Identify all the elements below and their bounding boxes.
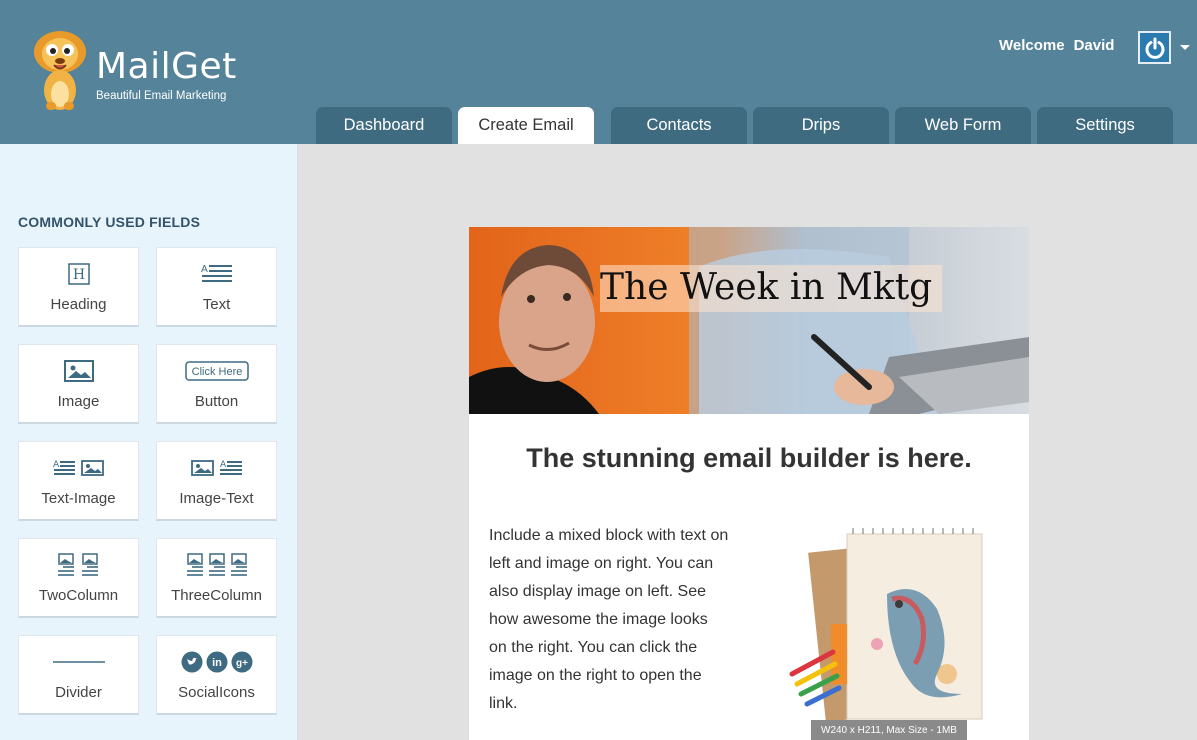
logout-button[interactable] (1138, 31, 1171, 64)
tab-web-form[interactable]: Web Form (895, 107, 1031, 144)
text-image-icon: A (53, 460, 104, 476)
divider-icon (52, 661, 105, 663)
sketchbook-image[interactable] (787, 524, 987, 740)
user-menu-chevron-down-icon[interactable] (1180, 45, 1190, 50)
field-label: TwoColumn (38, 587, 119, 604)
image-icon (63, 360, 94, 382)
two-column-icon (57, 553, 98, 576)
app-header: MailGet Beautiful Email Marketing Welcom… (0, 0, 1197, 144)
mailget-logo[interactable]: MailGet Beautiful Email Marketing (30, 30, 260, 115)
field-three-column[interactable]: ThreeColumn (156, 538, 277, 618)
field-label: Image-Text (179, 490, 254, 507)
lion-mascot-icon (34, 31, 86, 110)
field-label: SocialIcons (178, 684, 255, 701)
svg-text:H: H (72, 267, 84, 283)
power-icon (1145, 37, 1164, 59)
email-preview[interactable]: The Week in Mktg The stunning email buil… (469, 227, 1029, 740)
tab-drips[interactable]: Drips (753, 107, 889, 144)
email-headline[interactable]: The stunning email builder is here. (469, 443, 1029, 474)
field-heading[interactable]: H Heading (18, 247, 139, 327)
field-divider[interactable]: Divider (18, 635, 139, 715)
field-label: Heading (50, 296, 107, 313)
button-icon: Click Here (184, 361, 249, 381)
field-label: Image (57, 393, 100, 410)
svg-text:A: A (53, 460, 60, 470)
heading-icon: H (67, 263, 90, 285)
tab-dashboard[interactable]: Dashboard (316, 107, 452, 144)
field-social-icons[interactable]: in g+ SocialIcons (156, 635, 277, 715)
field-text-image[interactable]: A Text-Image (18, 441, 139, 521)
field-image-text[interactable]: A Image-Text (156, 441, 277, 521)
field-button[interactable]: Click Here Button (156, 344, 277, 424)
banner-photo (469, 227, 1029, 414)
fields-sidebar: COMMONLY USED FIELDS H Heading A Text Im… (0, 144, 298, 740)
banner-title: The Week in Mktg (600, 265, 943, 312)
svg-text:Click Here: Click Here (191, 366, 242, 378)
social-icons-icon: in g+ (181, 651, 252, 673)
brand-name: MailGet (96, 46, 237, 87)
svg-text:in: in (212, 657, 222, 669)
field-label: Text-Image (41, 490, 116, 507)
field-label: Button (194, 393, 239, 410)
tab-create-email[interactable]: Create Email (458, 107, 594, 144)
field-two-column[interactable]: TwoColumn (18, 538, 139, 618)
welcome-message: Welcome David (999, 37, 1114, 54)
field-label: Divider (55, 684, 102, 701)
text-icon: A (201, 264, 232, 282)
field-text[interactable]: A Text (156, 247, 277, 327)
field-image[interactable]: Image (18, 344, 139, 424)
tab-settings[interactable]: Settings (1037, 107, 1173, 144)
sidebar-title: COMMONLY USED FIELDS (18, 214, 201, 230)
image-text-icon: A (190, 460, 242, 476)
welcome-label: Welcome (999, 37, 1065, 54)
field-label: ThreeColumn (171, 587, 262, 604)
svg-text:g+: g+ (236, 658, 248, 669)
brand-tagline: Beautiful Email Marketing (96, 90, 227, 102)
tab-contacts[interactable]: Contacts (611, 107, 747, 144)
email-body-text[interactable]: Include a mixed block with text on left … (489, 522, 729, 718)
three-column-icon (186, 553, 247, 576)
svg-text:A: A (201, 264, 208, 275)
image-size-badge: W240 x H211, Max Size - 1MB (811, 720, 967, 740)
field-label: Text (202, 296, 231, 313)
user-name[interactable]: David (1074, 37, 1115, 54)
email-banner-image[interactable]: The Week in Mktg (469, 227, 1029, 414)
svg-text:A: A (220, 460, 227, 470)
